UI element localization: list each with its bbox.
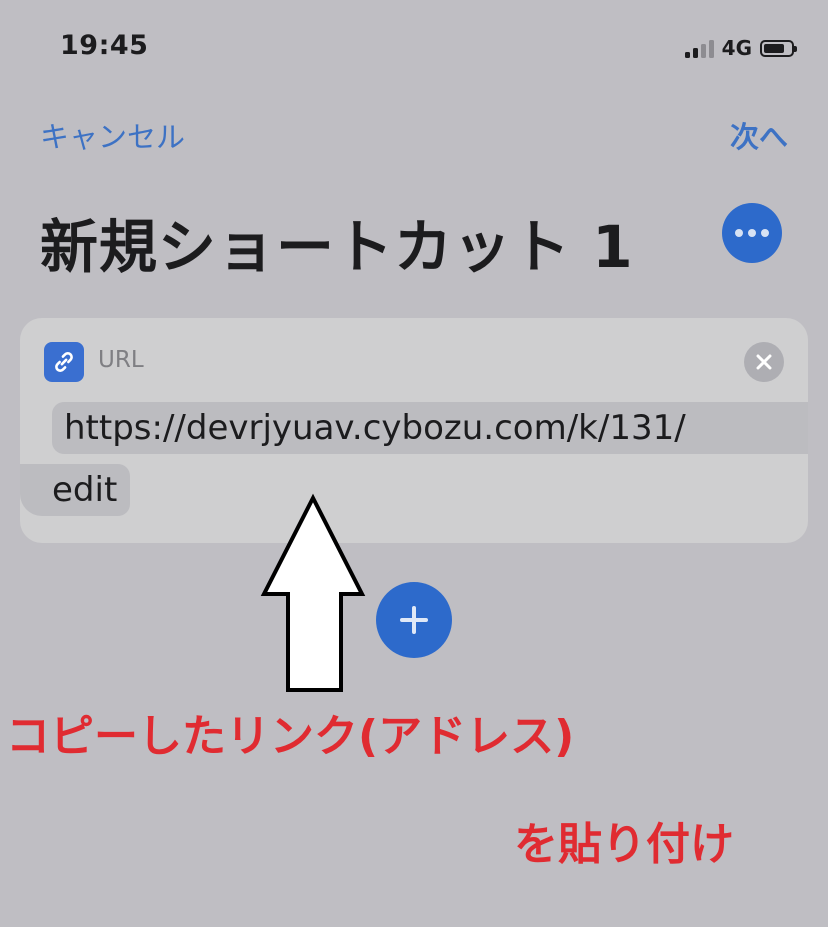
page-title: 新規ショートカット 1 — [40, 213, 634, 281]
status-indicators: 4G — [684, 36, 797, 60]
action-label: URL — [98, 347, 144, 373]
url-action-card[interactable]: URL https://devrjyuav.cybozu.com/k/131/ … — [20, 318, 808, 543]
status-time: 19:45 — [60, 30, 149, 61]
add-action-button[interactable] — [376, 582, 452, 658]
up-arrow-icon — [260, 493, 366, 692]
ellipsis-dot — [761, 229, 769, 237]
url-value-field-continued[interactable]: edit — [20, 464, 130, 516]
battery-icon — [760, 39, 797, 57]
annotation-line2: を貼り付け — [514, 819, 734, 870]
link-icon — [44, 342, 84, 382]
network-type: 4G — [721, 36, 752, 60]
url-value-line2: edit — [52, 470, 118, 510]
cellular-signal-icon — [684, 38, 714, 58]
next-button[interactable]: 次へ — [730, 114, 788, 156]
url-value-line1: https://devrjyuav.cybozu.com/k/131/ — [64, 408, 686, 448]
cancel-button[interactable]: キャンセル — [40, 114, 185, 156]
ellipsis-dot — [748, 229, 756, 237]
ellipsis-icon — [735, 229, 743, 237]
plus-icon — [400, 606, 428, 634]
url-value-field[interactable]: https://devrjyuav.cybozu.com/k/131/ — [52, 402, 808, 454]
clear-x-icon[interactable] — [744, 342, 784, 382]
more-options-button[interactable] — [722, 203, 782, 263]
annotation-line1: コピーしたリンク(アドレス) — [6, 711, 575, 762]
